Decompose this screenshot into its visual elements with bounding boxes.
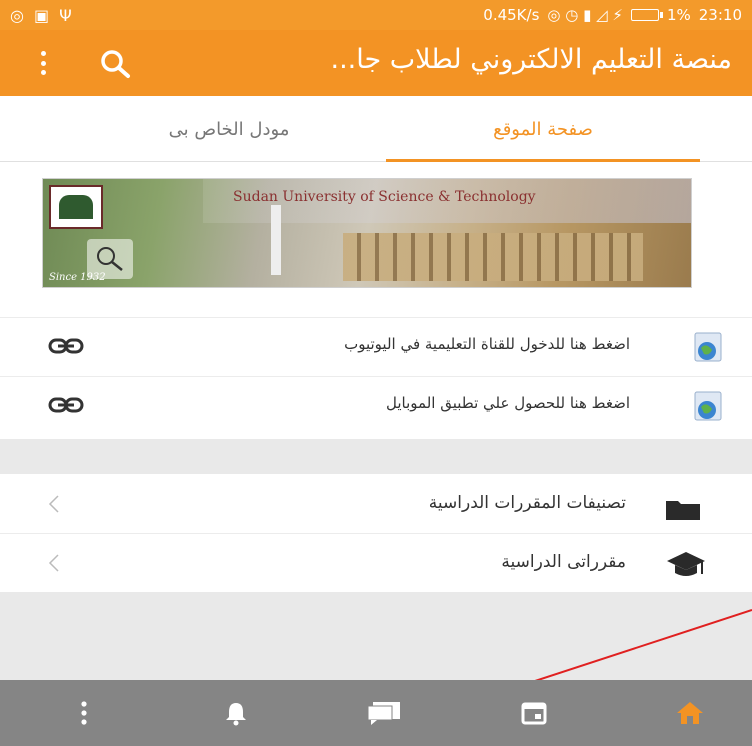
bottom-navigation xyxy=(0,680,752,746)
nav-home[interactable] xyxy=(650,680,730,746)
link-mobile-label[interactable]: اضغط هنا للحصول علي تطبيق الموبايل xyxy=(386,394,630,412)
more-vert-icon xyxy=(81,701,87,725)
graduation-cap-icon xyxy=(667,552,705,576)
tab-bar: صفحة الموقع مودل الخاص بى xyxy=(0,96,752,162)
status-system-info: 0.45K/s ◎ ◷ ▮ ◿ ⚡ 1% 23:10 xyxy=(483,6,742,24)
folder-icon xyxy=(666,501,700,520)
usb-icon: Ψ xyxy=(59,5,72,25)
university-banner: Sudan University of Science & Technology… xyxy=(42,178,692,288)
link-icon xyxy=(48,397,84,413)
network-speed: 0.45K/s xyxy=(483,6,540,24)
home-icon xyxy=(677,702,703,724)
battery-level: 1% xyxy=(666,6,691,24)
chevron-left-icon xyxy=(48,495,59,513)
banner-tower xyxy=(271,205,281,275)
nav-notifications[interactable] xyxy=(196,680,276,746)
battery-icon xyxy=(630,9,663,21)
app-bar: منصة التعليم الالكتروني لطلاب جا... xyxy=(0,30,752,96)
calendar-icon xyxy=(521,702,547,725)
section-label: تصنيفات المقررات الدراسية xyxy=(428,493,626,513)
chat-icon xyxy=(367,702,400,725)
nav-calendar[interactable] xyxy=(494,680,574,746)
signal-icons: ◎ ◷ ▮ ◿ ⚡ xyxy=(547,6,623,24)
nav-messages[interactable] xyxy=(344,680,424,746)
zoom-icon xyxy=(97,247,123,271)
more-vert-icon[interactable] xyxy=(36,48,50,78)
site-content-card: Sudan University of Science & Technology… xyxy=(0,162,752,439)
tab-site-page[interactable]: صفحة الموقع xyxy=(386,96,700,162)
tab-my-moodle[interactable]: مودل الخاص بى xyxy=(92,96,366,162)
app-title: منصة التعليم الالكتروني لطلاب جا... xyxy=(330,44,733,75)
bell-icon xyxy=(226,703,246,726)
link-youtube-label[interactable]: اضغط هنا للدخول للقناة التعليمية في اليو… xyxy=(344,335,630,353)
section-course-categories[interactable]: تصنيفات المقررات الدراسية xyxy=(0,476,752,534)
university-logo xyxy=(49,185,103,229)
whatsapp-icon: ◎ xyxy=(10,5,24,25)
section-label: مقرراتى الدراسية xyxy=(501,552,626,572)
section-my-courses[interactable]: مقرراتى الدراسية xyxy=(0,535,752,593)
nav-more[interactable] xyxy=(44,680,124,746)
sections-card: تصنيفات المقررات الدراسية مقرراتى الدراس… xyxy=(0,474,752,592)
banner-university-name: Sudan University of Science & Technology xyxy=(233,189,536,205)
web-link-thumbnail-icon xyxy=(694,332,722,362)
image-icon: ▣ xyxy=(33,5,50,25)
link-icon xyxy=(48,338,84,354)
web-link-thumbnail-icon xyxy=(694,391,722,421)
search-icon[interactable] xyxy=(98,48,134,80)
link-row-mobile-app[interactable]: اضغط هنا للحصول علي تطبيق الموبايل xyxy=(0,376,752,432)
banner-since: Since 1932 xyxy=(49,272,106,283)
link-row-youtube[interactable]: اضغط هنا للدخول للقناة التعليمية في اليو… xyxy=(0,317,752,373)
banner-building xyxy=(343,233,643,281)
status-notification-icons: ◎ ▣ Ψ xyxy=(10,6,72,25)
chevron-left-icon xyxy=(48,554,59,572)
clock: 23:10 xyxy=(698,6,742,24)
status-bar: ◎ ▣ Ψ 0.45K/s ◎ ◷ ▮ ◿ ⚡ 1% 23:10 xyxy=(0,0,752,30)
